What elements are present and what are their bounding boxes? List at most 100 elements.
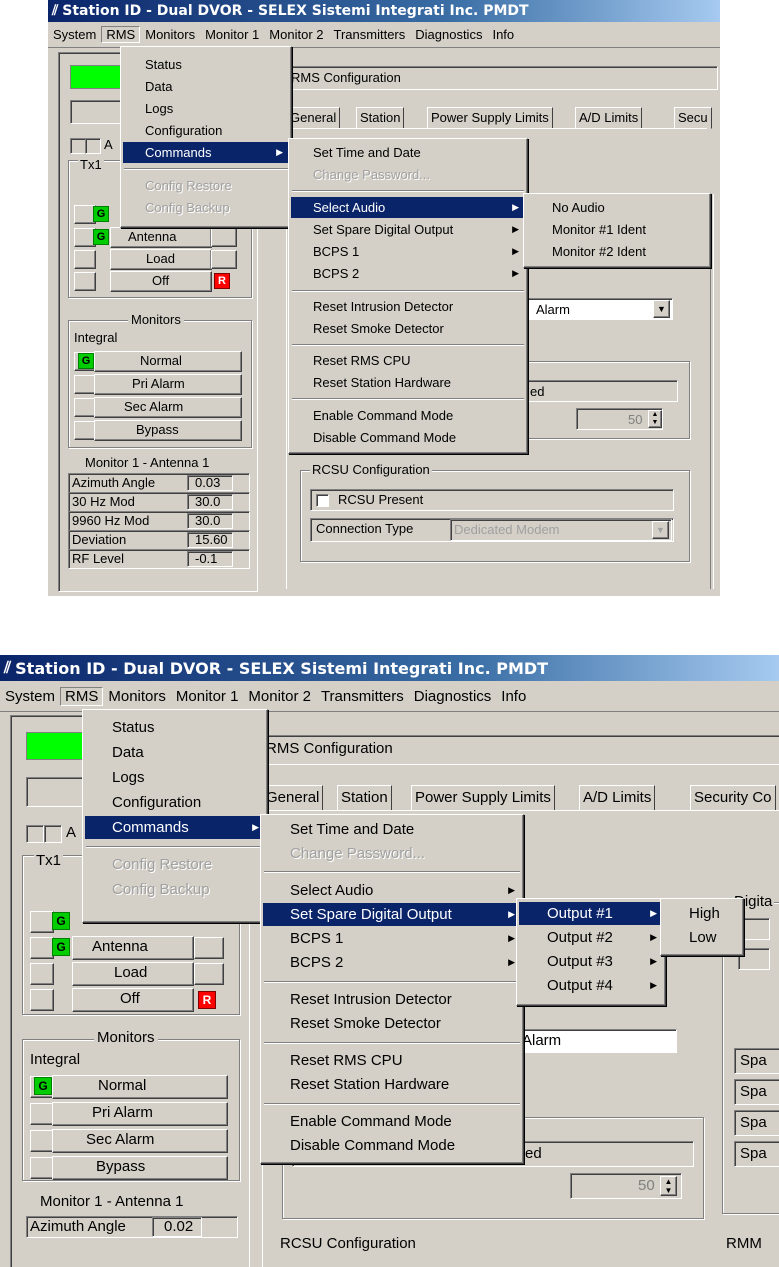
- menu-monitor-1[interactable]: Monitor 1: [171, 688, 244, 705]
- cmd-reset-station-hardware[interactable]: Reset Station Hardware: [263, 1073, 521, 1096]
- cmd-set-time-date[interactable]: Set Time and Date: [291, 142, 525, 163]
- tab-ad-limits[interactable]: A/D Limits: [575, 107, 643, 129]
- cmd-reset-smoke[interactable]: Reset Smoke Detector: [291, 318, 525, 339]
- antenna-right[interactable]: [194, 937, 224, 959]
- cmd-reset-station-hardware[interactable]: Reset Station Hardware: [291, 372, 525, 393]
- pri-left[interactable]: [74, 375, 96, 394]
- monitors-group-label: Monitors: [94, 1029, 158, 1046]
- menu-diagnostics[interactable]: Diagnostics: [409, 688, 497, 705]
- menu-item-data[interactable]: Data: [85, 741, 265, 764]
- menu-transmitters[interactable]: Transmitters: [316, 688, 409, 705]
- cmd-enable-command-mode[interactable]: Enable Command Mode: [263, 1110, 521, 1133]
- cmd-set-spare-digital-output[interactable]: Set Spare Digital Output ▶: [291, 219, 525, 240]
- tab-security[interactable]: Secu: [674, 107, 712, 129]
- menu-rms[interactable]: RMS: [101, 26, 141, 43]
- load-left[interactable]: [74, 250, 96, 269]
- cmd-set-spare-digital-output[interactable]: Set Spare Digital Output ▶: [263, 903, 521, 926]
- cmd-reset-intrusion[interactable]: Reset Intrusion Detector: [291, 296, 525, 317]
- level-low[interactable]: Low: [663, 926, 741, 949]
- menu-monitor-1[interactable]: Monitor 1: [200, 27, 264, 42]
- cmd-disable-command-mode[interactable]: Disable Command Mode: [263, 1134, 521, 1157]
- a-checkbox-2[interactable]: [85, 138, 101, 154]
- cmd-reset-rms-cpu[interactable]: Reset RMS CPU: [263, 1049, 521, 1072]
- off-left[interactable]: [74, 272, 96, 291]
- menu-item-configuration[interactable]: Configuration: [85, 791, 265, 814]
- cmd-set-time-date[interactable]: Set Time and Date: [263, 818, 521, 841]
- antenna-right[interactable]: [211, 228, 237, 247]
- menu-monitor-2[interactable]: Monitor 2: [243, 688, 316, 705]
- menu-item-logs[interactable]: Logs: [85, 766, 265, 789]
- menu-monitors[interactable]: Monitors: [140, 27, 200, 42]
- tab-power-supply-limits[interactable]: Power Supply Limits: [427, 107, 553, 129]
- title-bar: ⫽ Station ID - Dual DVOR - SELEX Sistemi…: [48, 0, 720, 22]
- tab-ad-limits[interactable]: A/D Limits: [579, 785, 656, 811]
- cmd-select-audio[interactable]: Select Audio ▶: [291, 197, 525, 218]
- audio-no-audio[interactable]: No Audio: [526, 197, 708, 218]
- menu-monitors[interactable]: Monitors: [103, 688, 171, 705]
- tab-station[interactable]: Station: [337, 785, 392, 811]
- cmd-enable-command-mode[interactable]: Enable Command Mode: [291, 405, 525, 426]
- output-2[interactable]: Output #2 ▶: [519, 926, 663, 949]
- cmd-bcps-2[interactable]: BCPS 2 ▶: [263, 951, 521, 974]
- menu-item-data[interactable]: Data: [123, 76, 289, 97]
- menu-system[interactable]: System: [48, 27, 101, 42]
- off-left[interactable]: [30, 989, 54, 1011]
- tab-general[interactable]: General: [286, 107, 341, 129]
- output-3[interactable]: Output #3 ▶: [519, 950, 663, 973]
- bypass-left[interactable]: [30, 1157, 54, 1179]
- cmd-reset-intrusion[interactable]: Reset Intrusion Detector: [263, 988, 521, 1011]
- submenu-arrow-icon: ▶: [252, 822, 259, 832]
- tx-ant-row[interactable]: [30, 937, 54, 959]
- menu-item-status[interactable]: Status: [123, 54, 289, 75]
- cmd-bcps-2[interactable]: BCPS 2 ▶: [291, 263, 525, 284]
- cmd-bcps2-label: BCPS 2: [313, 266, 360, 281]
- load-right[interactable]: [211, 250, 237, 269]
- a-checkbox[interactable]: [70, 138, 86, 154]
- commands-menu: Set Time and Date Change Password... Sel…: [260, 814, 524, 1164]
- output-1[interactable]: Output #1 ▶: [519, 902, 663, 925]
- pri-left[interactable]: [30, 1103, 54, 1125]
- audio-monitor-2-ident[interactable]: Monitor #2 Ident: [526, 241, 708, 262]
- menu-rms[interactable]: RMS: [60, 686, 104, 706]
- menu-item-commands[interactable]: Commands ▶: [123, 142, 289, 163]
- menu-transmitters[interactable]: Transmitters: [329, 27, 411, 42]
- load-label: Load: [146, 251, 175, 266]
- menu-item-configuration[interactable]: Configuration: [123, 120, 289, 141]
- cmd-reset-rms-cpu[interactable]: Reset RMS CPU: [291, 350, 525, 371]
- load-left[interactable]: [30, 963, 54, 985]
- bypass-left[interactable]: [74, 421, 96, 440]
- tab-security[interactable]: Security Co: [690, 785, 776, 811]
- cmd-select-audio[interactable]: Select Audio ▶: [263, 879, 521, 902]
- cmd-bcps-1[interactable]: BCPS 1 ▶: [291, 241, 525, 262]
- spin-button[interactable]: ▲ ▼: [660, 1176, 677, 1196]
- connection-type-arrow[interactable]: ▼: [652, 521, 669, 539]
- spin-button[interactable]: ▲ ▼: [648, 410, 662, 428]
- menu-item-logs[interactable]: Logs: [123, 98, 289, 119]
- menu-monitor-2[interactable]: Monitor 2: [264, 27, 328, 42]
- alarm-combo-arrow[interactable]: ▼: [653, 300, 670, 318]
- menu-item-status[interactable]: Status: [85, 716, 265, 739]
- menu-item-commands[interactable]: Commands ▶: [85, 816, 265, 839]
- load-right[interactable]: [194, 963, 224, 985]
- cmd-disable-command-mode[interactable]: Disable Command Mode: [291, 427, 525, 448]
- sec-left[interactable]: [74, 398, 96, 417]
- tab-power-supply-limits[interactable]: Power Supply Limits: [411, 785, 555, 811]
- spare-label-3: Spa: [740, 1114, 767, 1131]
- sec-left[interactable]: [30, 1130, 54, 1152]
- cmd-bcps-1[interactable]: BCPS 1 ▶: [263, 927, 521, 950]
- level-high[interactable]: High: [663, 902, 741, 925]
- spin-value: 50: [638, 1177, 655, 1194]
- menu-info[interactable]: Info: [487, 27, 519, 42]
- tab-station[interactable]: Station: [356, 107, 405, 129]
- a-checkbox[interactable]: [26, 825, 44, 843]
- menu-info[interactable]: Info: [496, 688, 531, 705]
- cmd-reset-smoke[interactable]: Reset Smoke Detector: [263, 1012, 521, 1035]
- output-4[interactable]: Output #4 ▶: [519, 974, 663, 997]
- a-checkbox-2[interactable]: [44, 825, 62, 843]
- tab-general[interactable]: General: [262, 785, 324, 811]
- tx-row-1[interactable]: [30, 911, 54, 933]
- menu-system[interactable]: System: [0, 688, 60, 705]
- audio-monitor-1-ident[interactable]: Monitor #1 Ident: [526, 219, 708, 240]
- menu-diagnostics[interactable]: Diagnostics: [410, 27, 487, 42]
- rcsu-present-checkbox[interactable]: [316, 494, 329, 507]
